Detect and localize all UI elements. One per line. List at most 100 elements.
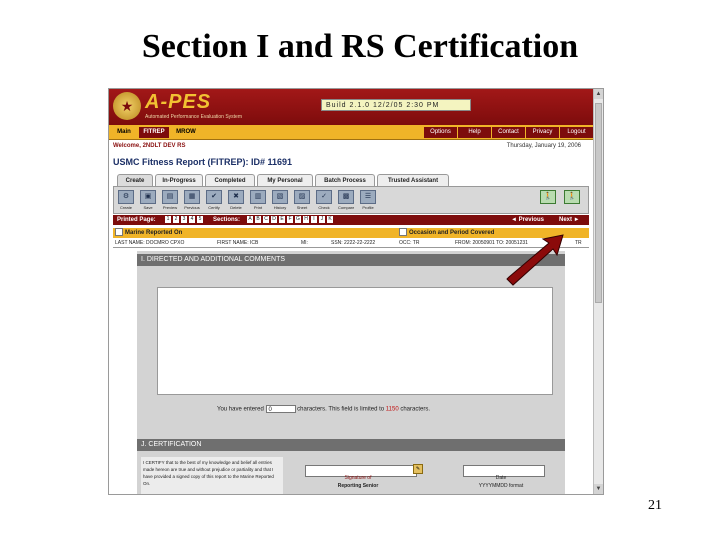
section-link-j[interactable]: J bbox=[319, 216, 325, 223]
create-icon: ⚙ bbox=[118, 190, 134, 204]
printed-page-3[interactable]: 3 bbox=[181, 216, 187, 223]
walk-left-button[interactable]: 🚶 bbox=[540, 190, 556, 212]
menu-item-logout[interactable]: Logout bbox=[559, 127, 593, 138]
delete-button[interactable]: ✖ Delete bbox=[228, 190, 244, 212]
welcome-text: Welcome, 2NDLT DEV RS bbox=[113, 143, 186, 149]
section-link-e[interactable]: E bbox=[279, 216, 285, 223]
slide-number: 21 bbox=[648, 498, 662, 513]
walk-right-icon: 🚶 bbox=[564, 190, 580, 204]
section-link-f[interactable]: F bbox=[287, 216, 293, 223]
section-link-g[interactable]: G bbox=[295, 216, 301, 223]
scroll-up-icon[interactable]: ▲ bbox=[594, 89, 603, 99]
check-button[interactable]: ✓ Check bbox=[316, 190, 332, 212]
preview-button[interactable]: ▤ Preview bbox=[162, 190, 178, 212]
info-cell: MI: bbox=[301, 240, 308, 246]
section-link-h[interactable]: H bbox=[303, 216, 309, 223]
save-icon: ▣ bbox=[140, 190, 156, 204]
create-button[interactable]: ⚙ Create bbox=[118, 190, 134, 212]
profile-icon: ☰ bbox=[360, 190, 376, 204]
printed-page-5[interactable]: 5 bbox=[197, 216, 203, 223]
next-link[interactable]: Next ► bbox=[559, 215, 580, 225]
tool-label: Compare bbox=[338, 205, 354, 210]
signature-lookup-icon[interactable]: ✎ bbox=[413, 464, 423, 474]
info-cell: SSN: 2222-22-2222 bbox=[331, 240, 376, 246]
signature-role: Reporting Senior bbox=[337, 483, 379, 489]
character-count-field: 0 bbox=[265, 405, 296, 413]
certify-button[interactable]: ✔ Certify bbox=[206, 190, 222, 212]
comments-textarea[interactable] bbox=[157, 287, 553, 395]
report-title: USMC Fitness Report (FITREP): ID# 11691 bbox=[113, 157, 293, 167]
next-arrow-indicator bbox=[506, 234, 564, 286]
occasion-period: Occasion and Period Covered bbox=[399, 228, 494, 238]
section-j-header: J. CERTIFICATION bbox=[137, 439, 565, 451]
tab-in-progress[interactable]: In-Progress bbox=[155, 174, 203, 186]
section-link-k[interactable]: K bbox=[327, 216, 333, 223]
section-link-b[interactable]: B bbox=[255, 216, 261, 223]
checkbox-icon bbox=[115, 228, 123, 237]
tool-label: Print bbox=[253, 205, 263, 210]
section-nav-bar: Printed Page: Sections: ◄ Previous Next … bbox=[113, 215, 589, 225]
printed-page-2[interactable]: 2 bbox=[173, 216, 179, 223]
checkbox-icon bbox=[399, 228, 407, 237]
section-link-a[interactable]: A bbox=[247, 216, 253, 223]
build-info: Build 2.1.0 12/2/05 2:30 PM bbox=[321, 99, 471, 111]
certification-text: I CERTIFY that to the best of my knowled… bbox=[141, 457, 283, 494]
tool-label: Profile bbox=[362, 205, 374, 210]
toolbar: ⚙ Create ▣ Save ▤ Preview ▦ Previous ✔ Certify ✖ De… bbox=[113, 186, 589, 214]
info-cell: LAST NAME: DOCMRO CPXO bbox=[115, 240, 185, 246]
printed-page-1[interactable]: 1 bbox=[165, 216, 171, 223]
tool-label: Previous bbox=[184, 205, 200, 210]
menu-item-privacy[interactable]: Privacy bbox=[525, 127, 559, 138]
app-logo-subtitle: Automated Performance Evaluation System bbox=[145, 114, 242, 120]
browser-content: ★ A-PES Automated Performance Evaluation… bbox=[109, 89, 595, 494]
tool-label: Check bbox=[318, 205, 330, 210]
printed-page-4[interactable]: 4 bbox=[189, 216, 195, 223]
tab-my-personal[interactable]: My Personal bbox=[257, 174, 313, 186]
profile-button[interactable]: ☰ Profile bbox=[360, 190, 376, 212]
sections-label: Sections: bbox=[213, 217, 241, 223]
tool-label: Sheet bbox=[296, 205, 308, 210]
tool-label: Create bbox=[119, 205, 132, 210]
section-link-d[interactable]: D bbox=[271, 216, 277, 223]
menu-item-help[interactable]: Help bbox=[457, 127, 491, 138]
tab-trusted-assistant[interactable]: Trusted Assistant bbox=[377, 174, 449, 186]
tab-batch-process[interactable]: Batch Process bbox=[315, 174, 375, 186]
section-link-c[interactable]: C bbox=[263, 216, 269, 223]
section-link-i[interactable]: I bbox=[311, 216, 317, 223]
menu-tab-main[interactable]: Main bbox=[111, 127, 137, 138]
history-icon: ▧ bbox=[272, 190, 288, 204]
sheet-button[interactable]: ▨ Sheet bbox=[294, 190, 310, 212]
marine-reported-on: Marine Reported On bbox=[115, 228, 182, 238]
app-banner: ★ A-PES Automated Performance Evaluation… bbox=[109, 89, 595, 125]
menu-tab-fitrep[interactable]: FITREP bbox=[139, 127, 169, 138]
vertical-scrollbar[interactable]: ▲ ▼ bbox=[593, 89, 603, 494]
menu-item-contact[interactable]: Contact bbox=[491, 127, 525, 138]
save-button[interactable]: ▣ Save bbox=[140, 190, 156, 212]
tool-label: Certify bbox=[208, 205, 220, 210]
previous-button[interactable]: ▦ Previous bbox=[184, 190, 200, 212]
menu-bar: Main FITREP MROW Options Help Contact Privacy… bbox=[109, 125, 595, 140]
history-button[interactable]: ▧ History bbox=[272, 190, 288, 212]
compare-icon: ▩ bbox=[338, 190, 354, 204]
tab-create[interactable]: Create bbox=[117, 174, 153, 186]
walk-right-button[interactable]: 🚶 bbox=[564, 190, 580, 212]
tool-label: Preview bbox=[162, 205, 178, 210]
app-logo: A-PES bbox=[145, 91, 212, 113]
tool-label: History bbox=[273, 205, 287, 210]
print-button[interactable]: ▥ Print bbox=[250, 190, 266, 212]
menu-tab-mrow[interactable]: MROW bbox=[171, 127, 201, 138]
info-cell: TR bbox=[575, 240, 582, 246]
info-cell: OCC: TR bbox=[399, 240, 420, 246]
tab-completed[interactable]: Completed bbox=[205, 174, 255, 186]
certify-icon: ✔ bbox=[206, 190, 222, 204]
previous-icon: ▦ bbox=[184, 190, 200, 204]
signature-label: Signature of bbox=[344, 475, 372, 481]
tool-label: Save bbox=[143, 205, 153, 210]
scroll-down-icon[interactable]: ▼ bbox=[594, 484, 603, 494]
character-counter: You have entered 0 characters. This fiel… bbox=[217, 405, 431, 413]
menu-item-options[interactable]: Options bbox=[423, 127, 457, 138]
current-date: Thursday, January 19, 2006 bbox=[506, 143, 581, 149]
compare-button[interactable]: ▩ Compare bbox=[338, 190, 354, 212]
previous-link[interactable]: ◄ Previous bbox=[511, 215, 544, 225]
scroll-thumb[interactable] bbox=[595, 103, 602, 303]
